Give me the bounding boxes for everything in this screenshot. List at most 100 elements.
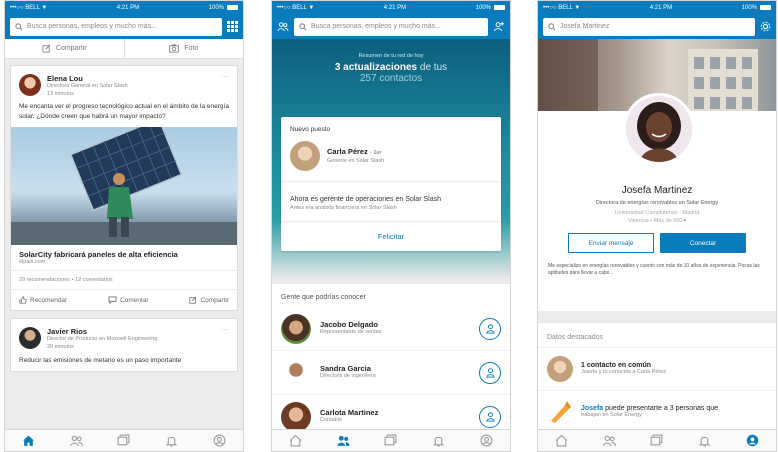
avatar[interactable]	[19, 74, 41, 96]
link-domain: elpais.com	[11, 259, 237, 272]
people-you-may-know: Gente que podrías conocer Jacobo Delgado…	[272, 284, 510, 439]
search-icon	[15, 22, 23, 31]
tab-messages[interactable]	[650, 434, 664, 448]
summary-kicker: Resumen de tu red de hoy	[358, 53, 424, 59]
more-options-icon[interactable]: ···	[221, 72, 229, 81]
person-name: Jacobo Delgado	[320, 320, 378, 330]
add-contact-icon[interactable]	[493, 21, 505, 32]
photo-button[interactable]: Foto	[123, 39, 244, 58]
tab-home[interactable]	[22, 434, 36, 448]
tab-notifications[interactable]	[432, 434, 446, 448]
search-input[interactable]: Josefa Martinez	[543, 17, 755, 36]
highlight-name[interactable]: Josefa	[581, 405, 603, 412]
pymk-title: Gente que podrías conocer	[281, 294, 366, 301]
tab-messages[interactable]	[117, 434, 131, 448]
post-text: Reducir las emisiones de metano es un pa…	[19, 356, 182, 364]
contacts-icon[interactable]	[277, 21, 289, 32]
battery-label: 100%	[741, 4, 757, 11]
network-icon	[337, 435, 350, 446]
reshare-icon	[189, 296, 197, 304]
tab-network[interactable]	[336, 434, 350, 448]
comment-button[interactable]: Comentar	[108, 296, 149, 305]
comment-label: Comentar	[120, 296, 149, 304]
search-placeholder: Busca personas, empleos y mucho más...	[311, 23, 441, 30]
person-name: Carlota Martinez	[320, 408, 379, 418]
avatar[interactable]	[19, 327, 41, 350]
photo-label: Foto	[184, 45, 199, 52]
list-item[interactable]: Sandra Garcia Directora de ingeniería	[272, 351, 510, 395]
recommend-button[interactable]: Recomendar	[19, 296, 67, 304]
highlight-subtitle: Josefa y tú conocéis a Carla Pérez	[581, 368, 666, 375]
feed-screen: •••○○ BELL ▼ 4:21 PM 100% Busca personas…	[4, 0, 244, 452]
update-person[interactable]: Carla Pérez · 1er Gerente en Solar Slash	[281, 141, 501, 182]
link-title[interactable]: SolarCity fabricará paneles de alta efic…	[11, 245, 237, 259]
status-bar: •••○○ BELL ▼ 4:21 PM 100%	[272, 1, 510, 14]
tab-profile[interactable]	[745, 434, 759, 448]
summary-title-rest: de tus	[417, 62, 448, 73]
post-image[interactable]	[11, 127, 237, 246]
add-contact-icon	[485, 368, 495, 378]
network-icon	[69, 435, 83, 447]
connect-button[interactable]: Conectar	[660, 233, 746, 253]
home-icon	[23, 435, 35, 446]
search-bar: Busca personas, empleos y mucho más...	[272, 14, 510, 39]
person-headline: Contable	[320, 417, 343, 424]
more-options-icon[interactable]: ···	[221, 325, 229, 334]
post-author[interactable]: Elena Lou	[47, 74, 128, 83]
carrier-label: •••○○ BELL ▼	[277, 4, 315, 11]
feed-post: Elena Lou Directora General en Solar Sla…	[10, 65, 238, 312]
profile-icon	[480, 434, 493, 447]
update-subtext: Antes era analista financiera en Solar S…	[281, 205, 501, 222]
time-label: 4:21 PM	[116, 4, 140, 11]
messages-icon	[118, 434, 130, 446]
network-icon	[602, 435, 616, 447]
grid-icon[interactable]	[227, 21, 238, 32]
share-button[interactable]: Compartir	[5, 39, 124, 58]
profile-summary[interactable]: Me especializo en energías renovables y …	[538, 253, 776, 278]
contact-card-icon[interactable]: ▪	[684, 218, 686, 224]
highlight-shared-connection[interactable]: 1 contacto en común Josefa y tú conocéis…	[538, 348, 776, 391]
update-label: Nuevo puesto	[290, 126, 331, 133]
tab-profile[interactable]	[479, 434, 493, 448]
person-name: Carla Pérez	[327, 146, 368, 156]
home-icon	[290, 434, 302, 447]
list-item[interactable]: Jacobo Delgado Representante de ventas	[272, 307, 510, 351]
avatar	[281, 313, 311, 344]
profile-location: Valencia • Más de 500 ▪	[538, 218, 776, 224]
messages-icon	[651, 434, 663, 446]
tab-profile[interactable]	[212, 434, 226, 448]
tab-network[interactable]	[69, 434, 83, 448]
profile-icon	[213, 434, 226, 447]
share-bar: Compartir Foto	[5, 39, 243, 59]
tab-network[interactable]	[602, 434, 616, 448]
post-author[interactable]: Javier Rios	[47, 327, 157, 336]
tab-notifications[interactable]	[698, 434, 712, 448]
add-contact-icon	[485, 412, 495, 422]
search-bar: Busca personas, empleos y mucho más...	[5, 14, 243, 39]
post-counts[interactable]: 29 recomendaciones • 12 comentarios	[11, 271, 237, 291]
tab-home[interactable]	[555, 434, 569, 448]
search-input[interactable]: Busca personas, empleos y mucho más...	[10, 17, 222, 36]
ribbon-icon	[551, 401, 571, 423]
reshare-button[interactable]: Compartir	[189, 296, 229, 304]
network-summary: Resumen de tu red de hoy 3 actualizacion…	[272, 39, 510, 279]
tab-notifications[interactable]	[165, 434, 179, 448]
connect-button[interactable]	[479, 317, 501, 340]
highlights-section: Datos destacados 1 contacto en común Jos…	[538, 323, 776, 434]
feed-post-2: Javier Rios Director de Producto en Maxw…	[10, 318, 238, 373]
share-label: Compartir	[55, 45, 87, 52]
carrier-label: •••○○ BELL ▼	[10, 4, 48, 11]
highlight-introductions[interactable]: Josefa puede presentarte a 3 personas qu…	[538, 391, 776, 434]
congratulate-button[interactable]: Felicitar	[281, 222, 501, 251]
search-input[interactable]: Busca personas, empleos y mucho más...	[294, 17, 488, 36]
send-message-button[interactable]: Enviar mensaje	[568, 233, 654, 253]
connect-button[interactable]	[479, 405, 501, 428]
gear-icon[interactable]	[760, 21, 771, 32]
update-text: Ahora es gerente de operaciones en Solar…	[290, 196, 441, 203]
profile-photo[interactable]	[623, 93, 695, 165]
profile-name: Josefa Martinez	[621, 185, 693, 196]
connect-button[interactable]	[479, 361, 501, 384]
tab-messages[interactable]	[384, 434, 398, 448]
tab-home[interactable]	[289, 434, 303, 448]
search-query: Josefa Martinez	[560, 23, 610, 30]
